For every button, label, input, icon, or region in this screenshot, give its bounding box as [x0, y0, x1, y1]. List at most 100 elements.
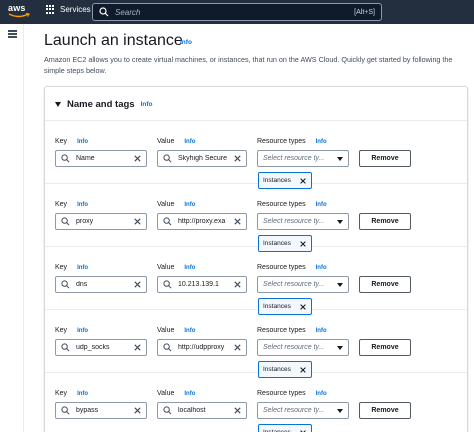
- tag-key-input[interactable]: Name: [55, 150, 147, 167]
- search-input[interactable]: Search [Alt+S]: [92, 3, 382, 21]
- title-info-link[interactable]: Info: [180, 39, 192, 46]
- panel-info-link[interactable]: Info: [141, 101, 153, 108]
- value-info-link[interactable]: Info: [184, 139, 195, 145]
- clear-icon[interactable]: [133, 406, 142, 415]
- key-info-link[interactable]: Info: [77, 328, 88, 334]
- search-icon: [61, 217, 70, 226]
- resource-types-label: Resource types Info: [257, 264, 327, 271]
- value-label: Value Info: [157, 201, 196, 208]
- tag-key-input[interactable]: udp_socks: [55, 339, 147, 356]
- token-label: Instances: [263, 240, 291, 247]
- search-icon: [61, 154, 70, 163]
- clear-icon[interactable]: [233, 217, 242, 226]
- resource-types-info-link[interactable]: Info: [316, 265, 327, 271]
- value-info-link[interactable]: Info: [184, 391, 195, 397]
- value-label: Value Info: [157, 390, 196, 397]
- tag-key-text: dns: [76, 281, 88, 288]
- remove-tag-button[interactable]: Remove: [359, 213, 411, 230]
- resource-types-info-link[interactable]: Info: [316, 391, 327, 397]
- search-placeholder: Search: [115, 7, 141, 17]
- tag-key-text: proxy: [76, 218, 94, 225]
- tag-row: Key Info Value Info Resource types Info udp…: [45, 310, 467, 378]
- tag-key-text: bypass: [76, 407, 99, 414]
- clear-icon[interactable]: [233, 154, 242, 163]
- clear-icon[interactable]: [233, 406, 242, 415]
- tag-key-input[interactable]: bypass: [55, 402, 147, 419]
- search-icon: [163, 154, 172, 163]
- dismiss-token-icon[interactable]: [299, 429, 307, 432]
- resource-types-select[interactable]: Select resource ty...: [257, 213, 349, 230]
- key-label: Key Info: [55, 264, 89, 271]
- tag-value-input[interactable]: http://proxy.exa: [157, 213, 247, 230]
- clear-icon[interactable]: [233, 280, 242, 289]
- resource-types-placeholder: Select resource ty...: [263, 218, 325, 225]
- key-info-link[interactable]: Info: [77, 202, 88, 208]
- tag-key-text: Name: [76, 155, 95, 162]
- tag-value-text: Skyhigh Secure: [178, 155, 228, 162]
- value-info-link[interactable]: Info: [184, 328, 195, 334]
- key-info-link[interactable]: Info: [77, 265, 88, 271]
- search-icon: [61, 343, 70, 352]
- value-label: Value Info: [157, 138, 196, 145]
- tag-value-input[interactable]: localhost: [157, 402, 247, 419]
- aws-smile-icon: [8, 13, 30, 18]
- panel-title: Name and tags: [67, 99, 135, 110]
- grid-icon: [46, 5, 55, 14]
- remove-tag-button[interactable]: Remove: [359, 276, 411, 293]
- resource-types-info-link[interactable]: Info: [316, 202, 327, 208]
- tag-key-input[interactable]: dns: [55, 276, 147, 293]
- tag-value-input[interactable]: Skyhigh Secure: [157, 150, 247, 167]
- search-icon: [99, 7, 109, 17]
- resource-types-placeholder: Select resource ty...: [263, 344, 325, 351]
- tag-value-text: http://proxy.exa: [178, 218, 226, 225]
- tag-value-text: http://udpproxy: [178, 344, 225, 351]
- resource-types-info-link[interactable]: Info: [316, 328, 327, 334]
- remove-tag-button[interactable]: Remove: [359, 150, 411, 167]
- key-info-link[interactable]: Info: [77, 139, 88, 145]
- tag-row: Key Info Value Info Resource types Info dns…: [45, 247, 467, 315]
- services-menu-button[interactable]: Services: [46, 5, 91, 14]
- resource-types-info-link[interactable]: Info: [316, 139, 327, 145]
- side-navigation-rail: [0, 24, 24, 432]
- key-info-link[interactable]: Info: [77, 391, 88, 397]
- value-label: Value Info: [157, 327, 196, 334]
- tag-value-input[interactable]: http://udpproxy: [157, 339, 247, 356]
- key-label: Key Info: [55, 201, 89, 208]
- value-info-link[interactable]: Info: [184, 265, 195, 271]
- caret-down-icon: [337, 156, 343, 161]
- key-label: Key Info: [55, 138, 89, 145]
- caret-down-icon: [337, 282, 343, 287]
- name-and-tags-panel: Name and tags Info Key Info Value Info Res…: [44, 86, 468, 432]
- token-label: Instances: [263, 177, 291, 184]
- resource-types-select[interactable]: Select resource ty...: [257, 276, 349, 293]
- resource-types-select[interactable]: Select resource ty...: [257, 402, 349, 419]
- remove-tag-button[interactable]: Remove: [359, 402, 411, 419]
- clear-icon[interactable]: [233, 343, 242, 352]
- page-title: Launch an instance: [44, 32, 183, 49]
- resource-types-select[interactable]: Select resource ty...: [257, 339, 349, 356]
- tag-row: Key Info Value Info Resource types Info Nam…: [45, 121, 467, 189]
- menu-icon[interactable]: [8, 30, 17, 38]
- value-info-link[interactable]: Info: [184, 202, 195, 208]
- resource-types-label: Resource types Info: [257, 327, 327, 334]
- clear-icon[interactable]: [133, 280, 142, 289]
- remove-tag-button[interactable]: Remove: [359, 339, 411, 356]
- tag-key-input[interactable]: proxy: [55, 213, 147, 230]
- clear-icon[interactable]: [133, 343, 142, 352]
- clear-icon[interactable]: [133, 217, 142, 226]
- resource-types-select[interactable]: Select resource ty...: [257, 150, 349, 167]
- search-icon: [163, 280, 172, 289]
- search-icon: [163, 217, 172, 226]
- clear-icon[interactable]: [133, 154, 142, 163]
- page-description: Amazon EC2 allows you to create virtual …: [44, 55, 453, 75]
- search-icon: [61, 406, 70, 415]
- caret-down-icon: [337, 408, 343, 413]
- tag-value-input[interactable]: 10.213.139.1: [157, 276, 247, 293]
- resource-type-token: Instances: [258, 424, 312, 432]
- panel-header[interactable]: Name and tags Info: [55, 99, 153, 110]
- search-icon: [61, 280, 70, 289]
- tag-value-text: 10.213.139.1: [178, 281, 219, 288]
- resource-types-placeholder: Select resource ty...: [263, 155, 325, 162]
- caret-down-icon: [55, 102, 61, 107]
- aws-logo[interactable]: aws: [8, 3, 32, 21]
